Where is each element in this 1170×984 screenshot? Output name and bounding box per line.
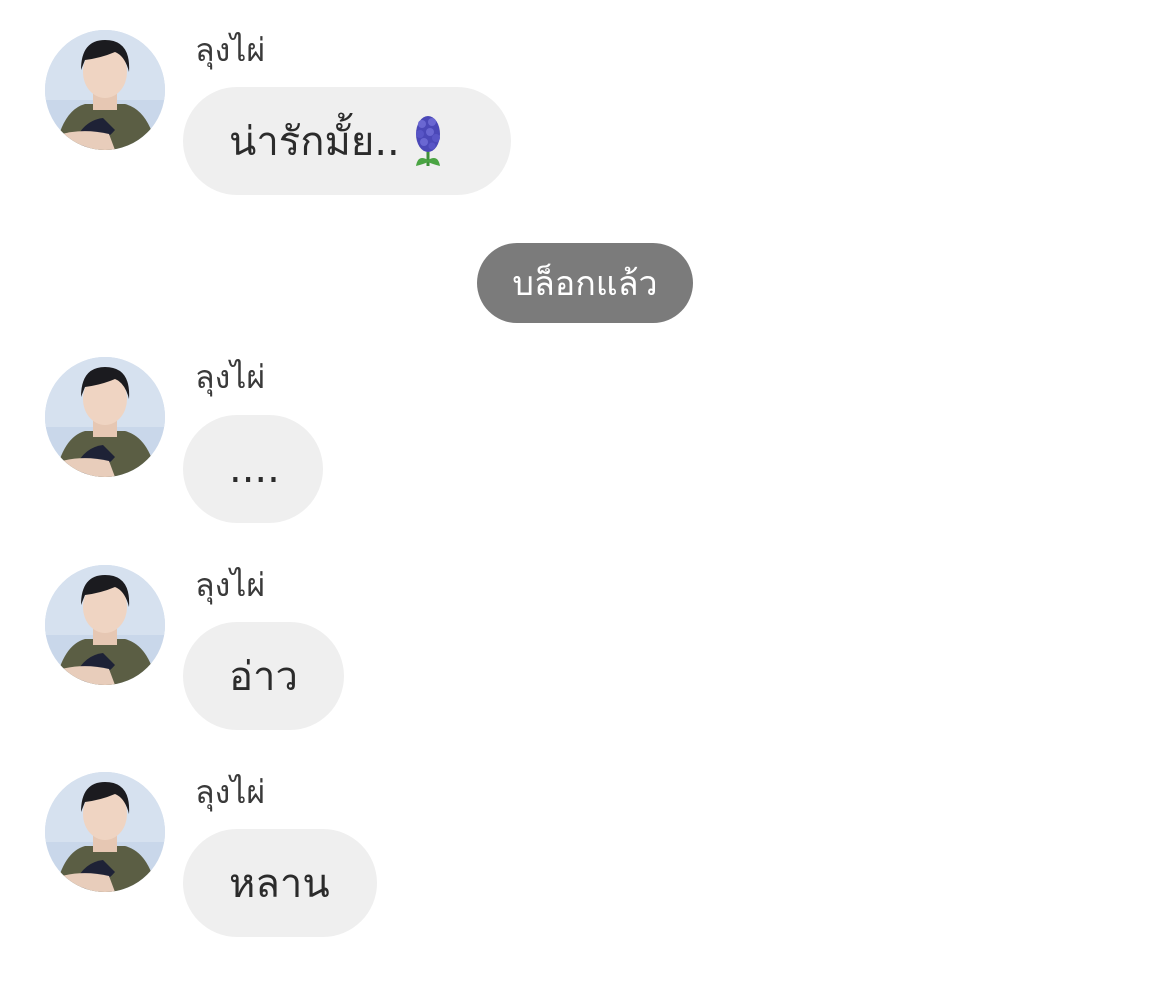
avatar[interactable] (45, 565, 165, 685)
chat-thread: ลุงไผ่ น่ารักมั้ย.. บล็อกแล้ว ลุงไผ่ ...… (0, 0, 1170, 984)
message-text: หลาน (229, 861, 330, 907)
sender-name: ลุงไผ่ (195, 31, 266, 69)
message-bubble[interactable]: อ่าว (183, 622, 344, 730)
message-text: น่ารักมั้ย.. (229, 119, 400, 165)
avatar-image (45, 357, 165, 477)
avatar-image (45, 30, 165, 150)
message-text: .... (229, 446, 280, 492)
sender-name: ลุงไผ่ (195, 566, 266, 604)
sender-name: ลุงไผ่ (195, 773, 266, 811)
blocked-notice: บล็อกแล้ว (477, 243, 693, 323)
avatar[interactable] (45, 30, 165, 150)
avatar[interactable] (45, 357, 165, 477)
avatar-image (45, 565, 165, 685)
avatar-image (45, 772, 165, 892)
message-bubble[interactable]: หลาน (183, 829, 377, 937)
message-text: อ่าว (229, 654, 298, 700)
sender-name: ลุงไผ่ (195, 358, 266, 396)
avatar[interactable] (45, 772, 165, 892)
message-bubble[interactable]: น่ารักมั้ย.. (183, 87, 511, 195)
hyacinth-icon (410, 114, 446, 168)
message-bubble[interactable]: .... (183, 415, 323, 523)
